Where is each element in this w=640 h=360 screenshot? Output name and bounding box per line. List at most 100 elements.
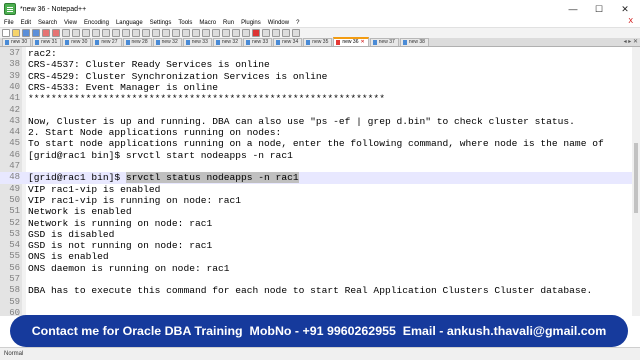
file-icon bbox=[306, 40, 311, 45]
text-editor[interactable]: 37 rac2: 38 CRS-4537: Cluster Ready Service… bbox=[0, 47, 640, 316]
editor-line[interactable]: 57 bbox=[0, 274, 640, 285]
menu-settings[interactable]: Settings bbox=[150, 20, 172, 26]
menu-encoding[interactable]: Encoding bbox=[84, 20, 109, 26]
editor-line[interactable]: 58 DBA has to execute this command for ea… bbox=[0, 285, 640, 296]
line-content: ****************************************… bbox=[28, 93, 385, 105]
menu-run[interactable]: Run bbox=[223, 20, 234, 26]
document-tab[interactable]: new 33 bbox=[243, 38, 273, 46]
close-document-button[interactable]: X bbox=[628, 18, 633, 25]
print-icon[interactable] bbox=[62, 29, 70, 37]
menu-view[interactable]: View bbox=[64, 20, 77, 26]
monitoring-icon[interactable] bbox=[242, 29, 250, 37]
editor-line[interactable]: 42 bbox=[0, 105, 640, 116]
menu-help[interactable]: ? bbox=[296, 20, 299, 26]
sync-scroll-icon[interactable] bbox=[162, 29, 170, 37]
copy-icon[interactable] bbox=[82, 29, 90, 37]
document-tab[interactable]: new 27 bbox=[92, 38, 122, 46]
editor-line[interactable]: 41 **************************************… bbox=[0, 93, 640, 104]
document-tab[interactable]: new 34 bbox=[273, 38, 303, 46]
menu-plugins[interactable]: Plugins bbox=[241, 20, 261, 26]
zoom-out-icon[interactable] bbox=[152, 29, 160, 37]
show-all-chars-icon[interactable] bbox=[182, 29, 190, 37]
document-tab[interactable]: new 30 bbox=[62, 38, 92, 46]
close-file-icon[interactable] bbox=[42, 29, 50, 37]
save-all-icon[interactable] bbox=[32, 29, 40, 37]
editor-line[interactable]: 45 To start node applications running on … bbox=[0, 138, 640, 149]
editor-line[interactable]: 43 Now, Cluster is up and running. DBA ca… bbox=[0, 116, 640, 127]
line-text: CRS-4533: Event Manager is online bbox=[28, 82, 218, 93]
document-tab[interactable]: new 28 bbox=[122, 38, 152, 46]
document-tab[interactable]: new 37 bbox=[369, 38, 399, 46]
close-tab-icon[interactable]: ✕ bbox=[361, 39, 365, 46]
editor-line[interactable]: 50 VIP rac1-vip is running on node: rac1 bbox=[0, 195, 640, 206]
line-number: 52 bbox=[9, 217, 20, 228]
redo-icon[interactable] bbox=[112, 29, 120, 37]
document-tab[interactable]: new 31 bbox=[32, 38, 62, 46]
menu-language[interactable]: Language bbox=[116, 20, 143, 26]
editor-line[interactable]: 54 GSD is not running on node: rac1 bbox=[0, 240, 640, 251]
function-list-icon[interactable] bbox=[222, 29, 230, 37]
menu-search[interactable]: Search bbox=[38, 20, 57, 26]
menu-window[interactable]: Window bbox=[268, 20, 289, 26]
menu-edit[interactable]: Edit bbox=[21, 20, 31, 26]
paste-icon[interactable] bbox=[92, 29, 100, 37]
close-button[interactable]: ✕ bbox=[612, 0, 638, 18]
replace-icon[interactable] bbox=[132, 29, 140, 37]
editor-line[interactable]: 46 [grid@rac1 bin]$ srvctl start nodeapps… bbox=[0, 150, 640, 161]
folder-workspace-icon[interactable] bbox=[232, 29, 240, 37]
indent-guide-icon[interactable] bbox=[192, 29, 200, 37]
menu-macro[interactable]: Macro bbox=[199, 20, 216, 26]
editor-line[interactable]: 38 CRS-4537: Cluster Ready Services is on… bbox=[0, 59, 640, 70]
language-icon[interactable] bbox=[202, 29, 210, 37]
selected-text: srvctl status nodeapps -n rac1 bbox=[125, 172, 299, 184]
play-macro-icon[interactable] bbox=[272, 29, 280, 37]
editor-line[interactable]: 51 Network is enabled bbox=[0, 206, 640, 217]
line-text: [grid@rac1 bin]$ srvctl start nodeapps -… bbox=[28, 150, 293, 161]
file-icon bbox=[215, 40, 220, 45]
editor-line[interactable]: 49 VIP rac1-vip is enabled bbox=[0, 184, 640, 195]
find-icon[interactable] bbox=[122, 29, 130, 37]
maximize-button[interactable]: ☐ bbox=[586, 0, 612, 18]
record-macro-icon[interactable] bbox=[252, 29, 260, 37]
editor-line[interactable]: 52 Network is running on node: rac1 bbox=[0, 218, 640, 229]
editor-line[interactable]: 44 2. Start Node applications running on … bbox=[0, 127, 640, 138]
line-text: Network is enabled bbox=[28, 206, 132, 217]
run-macro-multiple-icon[interactable] bbox=[282, 29, 290, 37]
open-file-icon[interactable] bbox=[12, 29, 20, 37]
document-tab[interactable]: new 33 bbox=[182, 38, 212, 46]
document-tab[interactable]: new 38 bbox=[399, 38, 429, 46]
zoom-in-icon[interactable] bbox=[142, 29, 150, 37]
document-tab[interactable]: new 32 bbox=[212, 38, 242, 46]
tab-scroll-arrows-icon[interactable]: ◂ ▸ ✕ bbox=[624, 38, 638, 45]
minimize-button[interactable]: — bbox=[560, 0, 586, 18]
cut-icon[interactable] bbox=[72, 29, 80, 37]
scrollbar-thumb[interactable] bbox=[634, 143, 638, 213]
line-content: To start node applications running on a … bbox=[28, 138, 604, 150]
menu-file[interactable]: File bbox=[4, 20, 14, 26]
save-icon[interactable] bbox=[22, 29, 30, 37]
editor-line[interactable]: 59 bbox=[0, 297, 640, 308]
editor-line[interactable]: 40 CRS-4533: Event Manager is online bbox=[0, 82, 640, 93]
new-file-icon[interactable] bbox=[2, 29, 10, 37]
stop-macro-icon[interactable] bbox=[262, 29, 270, 37]
document-tab[interactable]: new 35 bbox=[303, 38, 333, 46]
editor-line[interactable]: 39 CRS-4529: Cluster Synchronization Serv… bbox=[0, 71, 640, 82]
line-number: 39 bbox=[9, 70, 20, 81]
editor-line[interactable]: 37 rac2: bbox=[0, 48, 640, 59]
document-tab[interactable]: new 32 bbox=[152, 38, 182, 46]
editor-line[interactable]: 56 ONS daemon is running on node: rac1 bbox=[0, 263, 640, 274]
document-tab[interactable]: new 30 bbox=[2, 38, 32, 46]
vertical-scrollbar[interactable] bbox=[632, 47, 640, 316]
editor-line[interactable]: 53 GSD is disabled bbox=[0, 229, 640, 240]
document-tab-active[interactable]: new 36 ✕ bbox=[333, 37, 369, 46]
word-wrap-icon[interactable] bbox=[172, 29, 180, 37]
doc-map-icon[interactable] bbox=[212, 29, 220, 37]
editor-line[interactable]: 55 ONS is enabled bbox=[0, 251, 640, 262]
editor-line[interactable]: 48 [grid@rac1 bin]$ srvctl status nodeapp… bbox=[0, 172, 640, 184]
save-macro-icon[interactable] bbox=[292, 29, 300, 37]
line-content: GSD is not running on node: rac1 bbox=[28, 240, 213, 252]
editor-line[interactable]: 47 bbox=[0, 161, 640, 172]
undo-icon[interactable] bbox=[102, 29, 110, 37]
close-all-icon[interactable] bbox=[52, 29, 60, 37]
menu-tools[interactable]: Tools bbox=[178, 20, 192, 26]
